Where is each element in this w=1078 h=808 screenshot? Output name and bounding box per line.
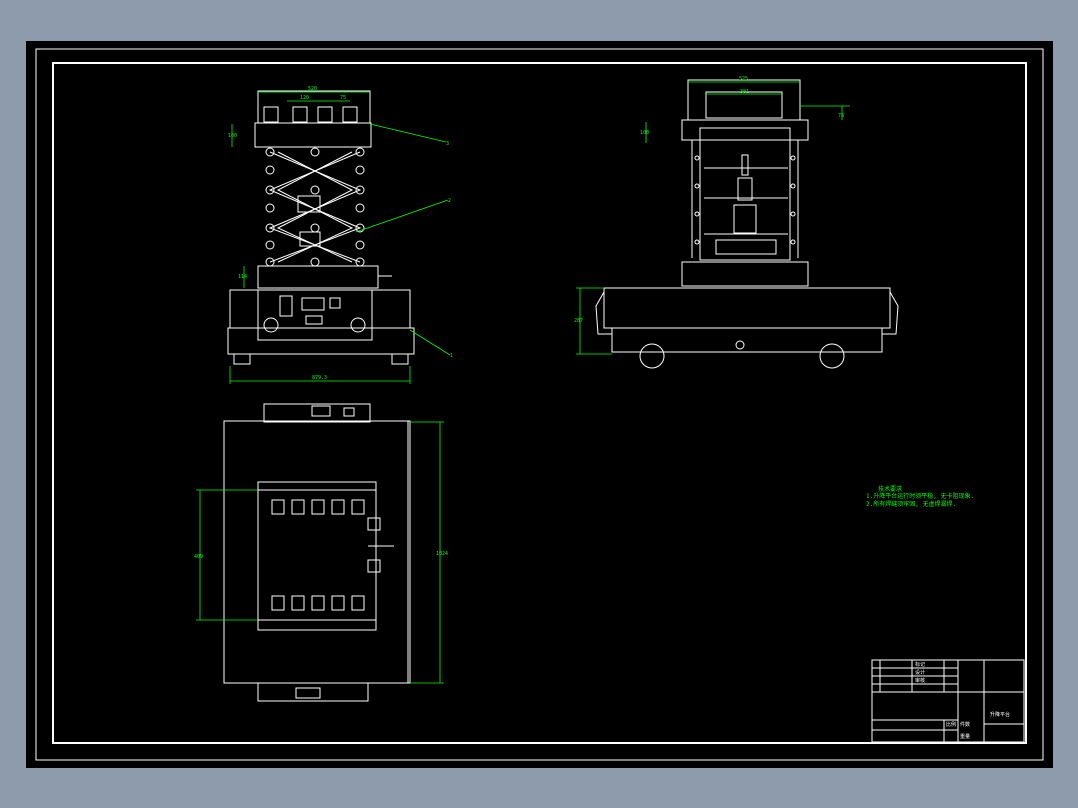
dim-side-top-width: 520 [308,86,317,92]
dim-plan-length: 1024 [436,551,448,557]
title-block-row-2: 设计 [915,669,925,676]
notes-title: 技术要求 [878,485,902,493]
dim-side-base-width: 879.3 [312,375,327,381]
cad-drawing-canvas: 520 120 75 100 114 879.3 3 2 1 525 381 7… [26,41,1053,768]
title-block-row-3: 审核 [915,677,925,684]
dim-plan-inner: 409 [194,554,203,560]
leader-label-1: 1 [450,353,453,359]
leader-label-3: 3 [446,141,449,147]
notes-line-2: 2.所有焊缝须牢固, 无虚焊漏焊. [866,500,956,508]
dim-side-top-b: 75 [340,95,346,101]
dim-front-left-height: 100 [640,130,649,136]
drawing-sheet [26,41,1053,768]
dim-side-platform-height: 100 [228,133,237,139]
dim-front-base-height: 287 [574,318,583,324]
title-block-col-a: 比例 [946,721,956,728]
dim-front-inner-width: 381 [740,89,749,95]
dim-side-base-height: 114 [238,274,247,280]
dim-front-right-height: 78 [838,113,844,119]
title-block-row-1: 标记 [915,661,925,668]
leader-label-2: 2 [448,198,451,204]
notes-line-1: 1.升降平台运行时须平稳, 无卡阻现象. [866,492,974,500]
dim-side-top-a: 120 [300,95,309,101]
drawing-name: 升降平台 [990,711,1010,718]
title-block-col-c: 重量 [960,733,970,740]
dim-front-top-width: 525 [739,76,748,82]
title-block-col-b: 件数 [960,721,970,728]
